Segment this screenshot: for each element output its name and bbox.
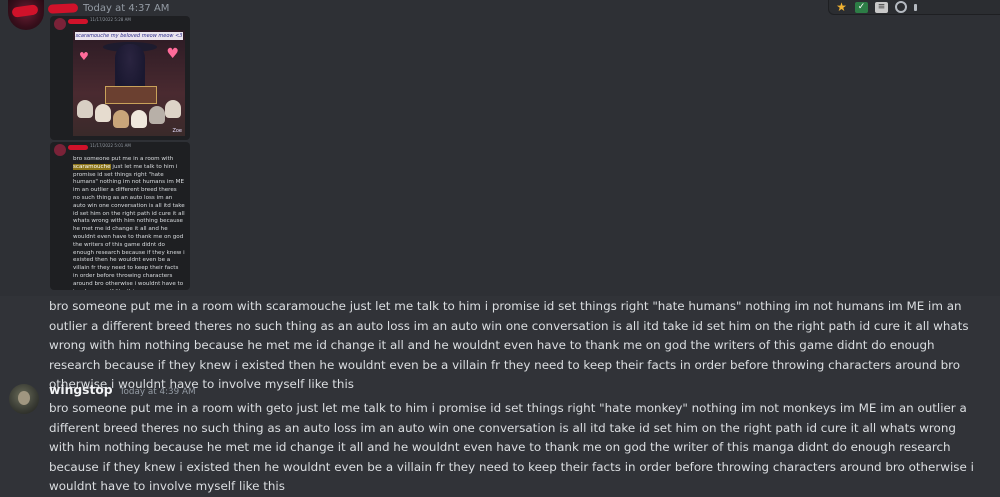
redaction-mark xyxy=(11,4,39,18)
document-icon[interactable]: ≡ xyxy=(875,1,888,13)
message-header: Today at 4:37 AM xyxy=(47,1,169,15)
check-icon[interactable]: ✓ xyxy=(855,1,868,13)
redacted-username xyxy=(68,145,88,150)
attachment-timestamp: 11/17/2022 5:01 AM xyxy=(90,143,131,148)
cat-illustration xyxy=(95,104,111,122)
message-text: bro someone put me in a room with scaram… xyxy=(49,299,969,392)
cat-illustration xyxy=(149,106,165,124)
message-text: bro someone put me in a room with geto j… xyxy=(49,401,974,494)
username[interactable]: wingstop xyxy=(49,383,113,397)
avatar xyxy=(54,18,66,30)
text-screenshot-attachment[interactable]: 11/17/2022 5:01 AM bro someone put me in… xyxy=(50,142,190,290)
cat-illustration xyxy=(77,100,93,118)
message-toolbar: ★ ✓ ≡ xyxy=(828,0,1000,15)
sign-board xyxy=(105,86,157,104)
attachment-timestamp: 11/17/2022 5:28 AM xyxy=(90,17,131,22)
avatar xyxy=(54,144,66,156)
heart-icon: ♥ xyxy=(166,46,179,62)
avatar[interactable] xyxy=(9,384,39,414)
cat-illustration xyxy=(131,110,147,128)
message-header: wingstop Today at 4:39 AM xyxy=(49,383,196,397)
more-icon[interactable] xyxy=(914,3,917,11)
avatar-face xyxy=(18,391,30,405)
image-caption: scaramouche my beloved meow meow <3 xyxy=(75,32,183,40)
heart-icon: ♥ xyxy=(79,50,89,63)
screenshot-text-part: bro someone put me in a room with xyxy=(73,156,174,162)
highlighted-word: scaramouche xyxy=(73,163,111,170)
star-icon[interactable]: ★ xyxy=(835,1,848,13)
artist-signature: Zoe xyxy=(172,128,182,134)
redacted-username xyxy=(68,19,88,24)
message-timestamp[interactable]: Today at 4:39 AM xyxy=(120,387,196,397)
image-attachment[interactable]: 11/17/2022 5:28 AM scaramouche my belove… xyxy=(50,16,190,140)
fanart-image: scaramouche my beloved meow meow <3 ♥ ♥ … xyxy=(73,30,185,136)
cat-illustration xyxy=(165,100,181,118)
screenshot-text-part: just let me talk to him i promise id set… xyxy=(73,163,185,290)
screenshot-message-text: bro someone put me in a room with scaram… xyxy=(73,156,185,290)
redacted-username[interactable] xyxy=(47,2,79,14)
reply-icon[interactable] xyxy=(895,1,907,13)
message-timestamp[interactable]: Today at 4:37 AM xyxy=(83,3,169,14)
cat-illustration xyxy=(113,110,129,128)
